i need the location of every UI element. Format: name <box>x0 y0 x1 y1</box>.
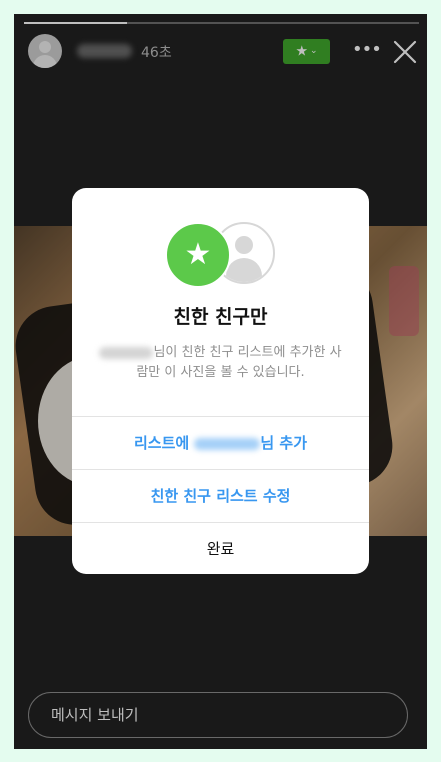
add-to-list-suffix: 님 추가 <box>260 434 308 452</box>
close-friends-dialog: ★ 친한 친구만 님이 친한 친구 리스트에 추가한 사 람만 이 사진을 볼 … <box>72 188 369 574</box>
add-to-list-prefix: 리스트에 <box>133 434 195 452</box>
dialog-title: 친한 친구만 <box>173 306 268 328</box>
user-placeholder-body <box>226 258 262 282</box>
edit-close-friends-button[interactable]: 친한 친구 리스트 수정 <box>72 470 369 522</box>
send-message-input[interactable]: 메시지 보내기 <box>28 692 408 738</box>
dialog-icons: ★ <box>165 222 277 288</box>
dialog-description: 님이 친한 친구 리스트에 추가한 사 람만 이 사진을 볼 수 있습니다. <box>88 343 353 383</box>
username-redacted-inline <box>99 346 154 359</box>
close-friends-star-icon: ★ <box>165 222 231 288</box>
done-button[interactable]: 완료 <box>72 523 369 574</box>
user-placeholder-head <box>235 236 253 254</box>
dialog-description-part1: 님이 친한 친구 리스트에 추가한 사 <box>153 345 342 360</box>
add-to-list-button[interactable]: 리스트에 님 추가 <box>72 417 369 469</box>
username-redacted-inline <box>194 437 261 450</box>
story-viewer: 46초 ★ ⌄ ••• ★ 친한 친구만 님이 친한 친구 리스트에 추가한 사 … <box>14 14 427 749</box>
dialog-description-part2: 람만 이 사진을 볼 수 있습니다. <box>136 365 305 380</box>
